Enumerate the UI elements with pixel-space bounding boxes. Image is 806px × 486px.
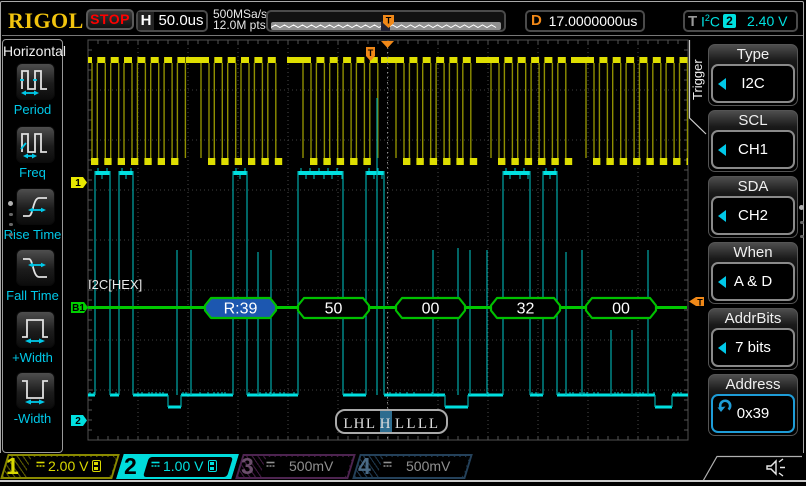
svg-text:T: T: [386, 16, 392, 26]
